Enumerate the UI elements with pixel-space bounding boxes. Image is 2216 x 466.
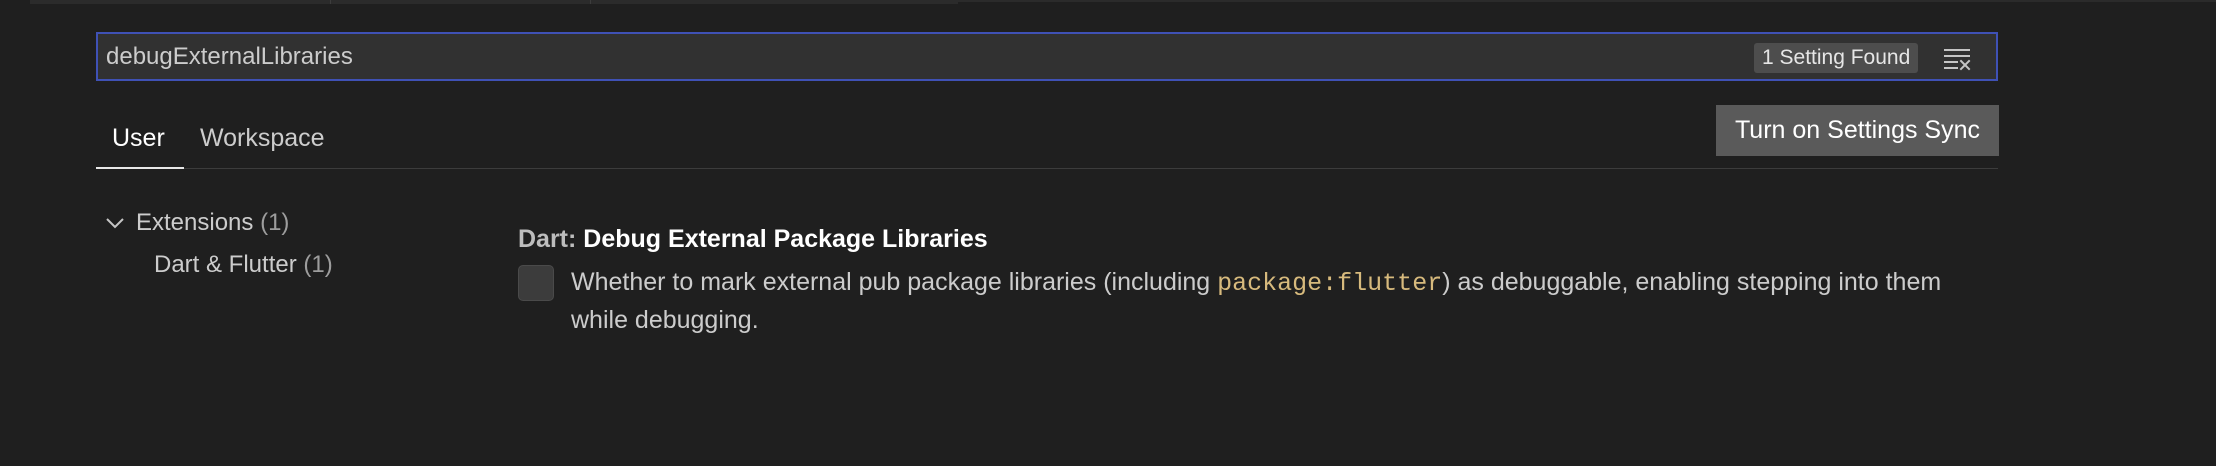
setting-category: Dart: <box>518 225 584 253</box>
setting-title: Dart: Debug External Package Libraries <box>518 225 988 254</box>
settings-editor: 1 Setting Found User Workspace Turn on S… <box>0 0 2216 466</box>
tabs-divider <box>96 168 1998 169</box>
results-count-badge: 1 Setting Found <box>1754 43 1919 73</box>
toc-item-dart-flutter[interactable]: Dart & Flutter (1) <box>154 251 333 279</box>
setting-description: Whether to mark external pub package lib… <box>571 264 1991 338</box>
chevron-down-icon <box>104 212 126 234</box>
description-text: Whether to mark external pub package lib… <box>571 268 1218 296</box>
toc-item-label: Extensions <box>136 209 254 236</box>
settings-search-box[interactable]: 1 Setting Found <box>96 32 1998 81</box>
toc-item-count: (1) <box>260 209 290 236</box>
tab-user[interactable]: User <box>112 120 165 156</box>
clear-filter-icon[interactable] <box>1943 45 1973 71</box>
top-tab-strip <box>30 0 958 4</box>
code-snippet: package:flutter <box>1217 269 1443 298</box>
tab-separator <box>330 0 331 4</box>
tab-workspace[interactable]: Workspace <box>200 120 325 156</box>
settings-search-input[interactable] <box>106 34 1706 79</box>
toc-item-label: Dart & Flutter <box>154 251 297 278</box>
turn-on-settings-sync-button[interactable]: Turn on Settings Sync <box>1716 105 1999 156</box>
tab-separator <box>590 0 591 4</box>
setting-checkbox[interactable] <box>518 265 554 301</box>
setting-name: Debug External Package Libraries <box>583 225 988 253</box>
toc-item-extensions[interactable]: Extensions (1) <box>104 207 289 239</box>
active-tab-indicator <box>96 167 184 169</box>
toc-item-count: (1) <box>303 251 333 278</box>
top-border <box>958 0 2216 2</box>
